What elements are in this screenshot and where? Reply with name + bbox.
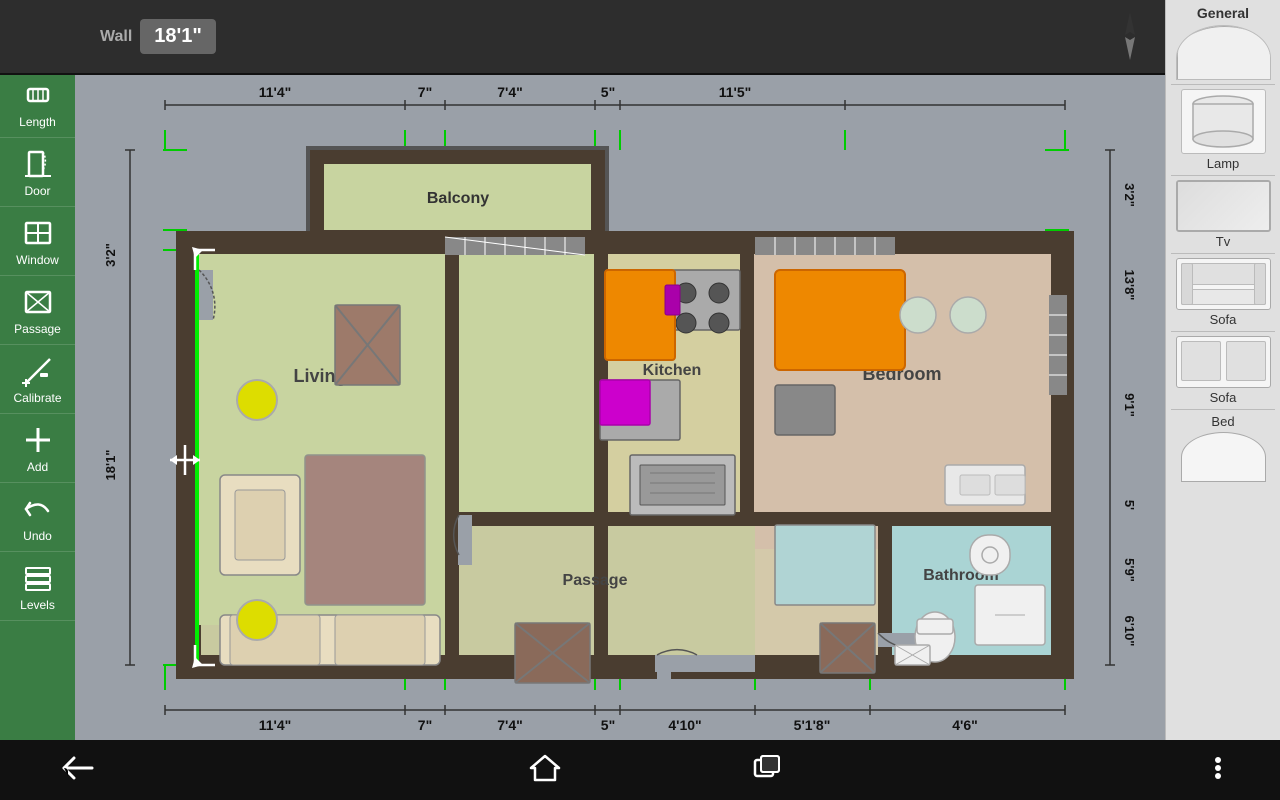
right-bed-section[interactable]: Bed [1171,409,1275,482]
left-sidebar: Corner Length Door [0,0,75,740]
bottom-navigation [0,740,1280,800]
levels-icon [20,560,56,596]
svg-text:5": 5" [601,84,615,100]
right-tv-section[interactable]: Tv [1171,175,1275,249]
add-label: Add [27,460,48,474]
sofa2-shape [1176,336,1271,388]
compass-icon [1110,10,1150,71]
recent-apps-button[interactable] [731,746,803,795]
bed-label: Bed [1211,414,1234,429]
door-icon [20,146,56,182]
tv-shape [1176,180,1271,232]
sofa1-label: Sofa [1210,312,1237,327]
sidebar-item-undo[interactable]: Undo [0,483,75,552]
lamp-shape [1181,89,1266,154]
svg-text:11'5": 11'5" [719,84,752,100]
right-general-section[interactable]: General [1171,5,1275,80]
svg-text:13'8": 13'8" [1122,270,1137,301]
sofa2-label: Sofa [1210,390,1237,405]
wall-value-badge: 18'1" [140,19,216,54]
svg-text:5'9": 5'9" [1122,558,1137,582]
calibrate-icon [20,353,56,389]
window-label: Window [16,253,59,267]
svg-text:7'4": 7'4" [497,84,523,100]
svg-text:3'2": 3'2" [1122,183,1137,207]
back-button[interactable] [40,746,116,795]
svg-text:Balcony: Balcony [427,190,489,207]
window-icon [20,215,56,251]
svg-text:18'1": 18'1" [103,450,118,481]
svg-text:6'10": 6'10" [1122,616,1137,647]
sidebar-item-window[interactable]: Window [0,207,75,276]
home-button[interactable] [509,746,581,795]
right-sofa2-section[interactable]: Sofa [1171,331,1275,405]
length-label: Length [19,115,56,129]
sidebar-item-door[interactable]: Door [0,138,75,207]
levels-label: Levels [20,598,55,612]
length-icon [20,77,56,113]
lamp-label: Lamp [1207,156,1240,171]
bed-shape [1181,432,1266,482]
right-sofa1-section[interactable]: Sofa [1171,253,1275,327]
add-icon [20,422,56,458]
svg-text:Kitchen: Kitchen [643,362,702,379]
sidebar-item-add[interactable]: Add [0,414,75,483]
svg-text:Passage: Passage [563,572,628,589]
svg-text:3'2": 3'2" [103,243,118,267]
undo-icon [20,491,56,527]
sidebar-item-length[interactable]: Length [0,69,75,138]
wall-label-text: Wall [100,28,132,46]
svg-text:11'4": 11'4" [259,717,292,733]
sidebar-item-levels[interactable]: Levels [0,552,75,621]
passage-label: Passage [14,322,61,336]
sidebar-item-calibrate[interactable]: Calibrate [0,345,75,414]
general-label: General [1197,5,1249,21]
floor-plan-svg: 11'4" 7" 7'4" 5" 11'5" 11'4" 7" 7'4" 5" … [75,75,1165,740]
tv-label: Tv [1216,234,1230,249]
svg-text:7'4": 7'4" [497,717,523,733]
general-shape [1176,25,1271,80]
svg-text:4'6": 4'6" [952,717,978,733]
undo-label: Undo [23,529,52,543]
door-label: Door [24,184,50,198]
right-sidebar: General Lamp Tv Sofa [1165,0,1280,740]
more-options-button[interactable] [1196,746,1240,795]
sofa1-shape [1176,258,1271,310]
svg-text:11'4": 11'4" [259,84,292,100]
passage-icon [20,284,56,320]
svg-text:4'10": 4'10" [668,717,701,733]
svg-text:7": 7" [418,84,432,100]
calibrate-label: Calibrate [13,391,61,405]
svg-text:5'1'8": 5'1'8" [794,717,831,733]
main-canvas[interactable]: 11'4" 7" 7'4" 5" 11'5" 11'4" 7" 7'4" 5" … [75,75,1165,740]
svg-text:9'1": 9'1" [1122,393,1137,417]
svg-text:5": 5" [601,717,615,733]
svg-text:7": 7" [418,717,432,733]
svg-text:5': 5' [1122,500,1137,510]
sidebar-item-passage[interactable]: Passage [0,276,75,345]
right-lamp-section[interactable]: Lamp [1171,84,1275,171]
